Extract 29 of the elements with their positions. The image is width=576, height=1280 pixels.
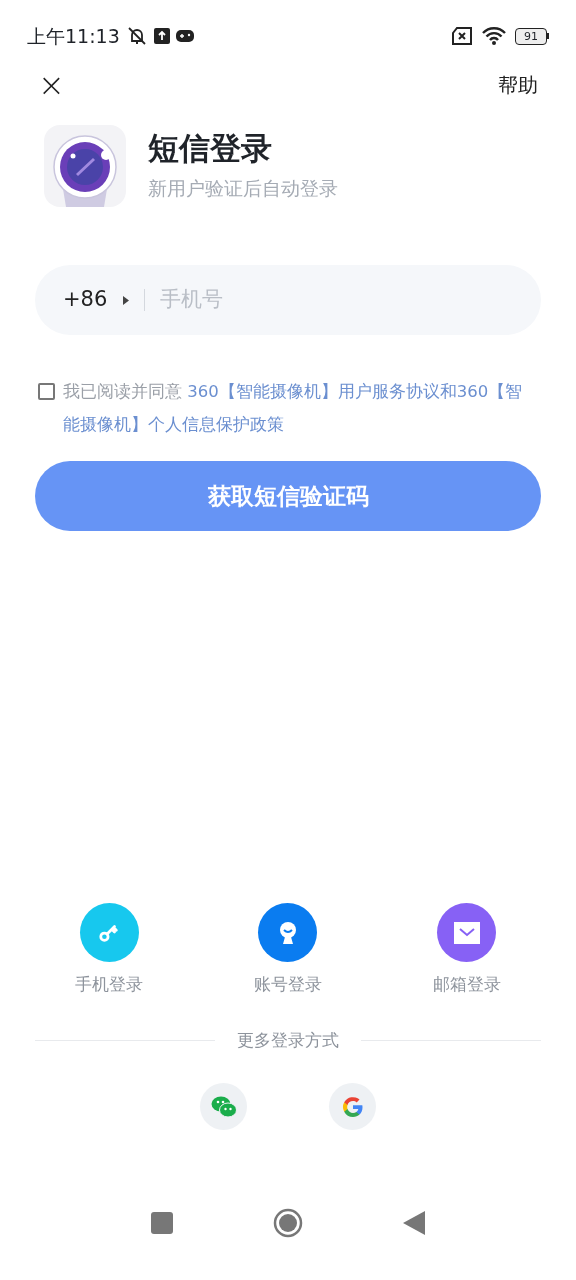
page-subtitle: 新用户验证后自动登录 (148, 176, 338, 202)
wifi-icon (481, 26, 507, 46)
caret-icon (123, 295, 130, 305)
help-link[interactable]: 帮助 (498, 70, 538, 100)
method-label: 手机登录 (75, 973, 144, 996)
no-sim-icon (451, 27, 473, 45)
country-code[interactable]: +86 (63, 284, 108, 316)
more-methods-label: 更多登录方式 (237, 1028, 339, 1052)
person-icon (277, 920, 299, 945)
method-label: 邮箱登录 (432, 973, 501, 996)
gamepad-icon (175, 29, 194, 43)
battery-level: 91 (524, 30, 538, 42)
page-title: 短信登录 (148, 129, 273, 169)
home-icon[interactable] (273, 1208, 303, 1238)
g-logo-icon (340, 1094, 365, 1119)
phone-input-field[interactable]: +86 手机号 (35, 265, 541, 335)
bell-off-icon (125, 26, 148, 46)
wechat-login-button[interactable] (200, 1083, 247, 1130)
agreement-text: 我已阅读并同意 360【智能摄像机】用户服务协议和360【智能摄像机】个人信息保护政策 (63, 381, 524, 436)
camera-app-icon (44, 125, 126, 207)
method-label: 账号登录 (254, 973, 322, 996)
status-time: 上午11:13 (27, 23, 120, 49)
chat-bubbles-icon (210, 1095, 237, 1118)
upload-icon (153, 28, 170, 44)
close-button[interactable]: × (38, 69, 65, 101)
google-login-button[interactable] (329, 1083, 376, 1130)
mail-icon (453, 921, 480, 944)
back-icon[interactable] (403, 1211, 425, 1235)
agreement-checkbox[interactable] (38, 383, 55, 400)
